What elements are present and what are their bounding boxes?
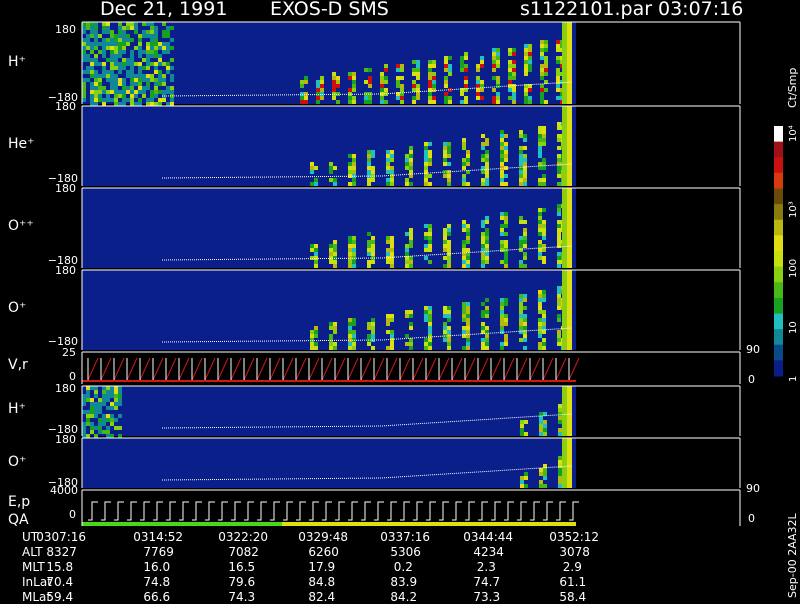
table-cell-ut: 0337:16 <box>380 530 431 544</box>
table-cell-inlat: 70.4 <box>46 575 74 589</box>
table-cell-alt: 4234 <box>473 545 504 559</box>
table-cell-mlat: 73.3 <box>473 590 501 604</box>
table-cell-alt: 7769 <box>143 545 174 559</box>
colorbar-tick-label: 10³ <box>788 201 799 218</box>
colorbar-swatch <box>774 157 783 174</box>
table-cell-mlt: 16.0 <box>143 560 171 574</box>
table-cell-mlt: 15.8 <box>46 560 74 574</box>
colorbar-swatch <box>774 297 783 314</box>
table-cell-ut: 0322:20 <box>218 530 269 544</box>
colorbar-swatch <box>774 266 783 283</box>
panel-o2-bg <box>82 438 576 488</box>
colorbar-tick-label: 10 <box>788 321 799 334</box>
colorbar-swatch <box>774 219 783 236</box>
colorbar-swatch <box>774 329 783 346</box>
spectrogram-chart: 10⁴ 10³ 100 10 1 <box>81 21 799 526</box>
table-cell-mlat: 82.4 <box>308 590 336 604</box>
colorbar-swatch <box>774 251 783 268</box>
colorbar-swatch <box>774 360 783 377</box>
table-cell-ut: 0307:16 <box>36 530 87 544</box>
table-cell-mlat: 74.3 <box>228 590 256 604</box>
row-label-alt: ALT <box>22 545 43 559</box>
table-cell-ut: 0329:48 <box>298 530 349 544</box>
colorbar-swatch <box>774 126 783 143</box>
panel-ep-bg <box>82 490 576 526</box>
colorbar-tick-label: 10⁴ <box>788 125 799 142</box>
colorbar-swatch <box>774 235 783 252</box>
colorbar: 10⁴ 10³ 100 10 1 <box>774 125 799 382</box>
table-cell-ut: 0344:44 <box>463 530 514 544</box>
table-cell-inlat: 74.7 <box>473 575 501 589</box>
colorbar-swatch <box>774 172 783 189</box>
row-label-mlt: MLT <box>22 560 45 574</box>
colorbar-tick-label: 1 <box>788 376 799 382</box>
table-cell-inlat: 79.6 <box>228 575 256 589</box>
table-cell-alt: 3078 <box>559 545 590 559</box>
table-cell-mlt: 2.9 <box>562 560 582 574</box>
colorbar-swatch <box>774 204 783 221</box>
qa-bar-fair <box>282 522 576 526</box>
colorbar-tick-label: 100 <box>788 259 799 278</box>
table-cell-mlat: 66.6 <box>143 590 171 604</box>
table-cell-mlt: 17.9 <box>308 560 336 574</box>
table-cell-ut: 0352:12 <box>549 530 600 544</box>
table-cell-mlt: 2.3 <box>476 560 496 574</box>
table-cell-ut: 0314:52 <box>133 530 184 544</box>
table-cell-inlat: 61.1 <box>559 575 587 589</box>
panel-h2-bg <box>82 386 576 436</box>
table-cell-inlat: 74.8 <box>143 575 171 589</box>
colorbar-swatch <box>774 282 783 299</box>
table-cell-inlat: 83.9 <box>390 575 418 589</box>
table-cell-mlat: 58.4 <box>559 590 587 604</box>
qa-bar-good <box>82 522 282 526</box>
ephemeris-table: UT ALT MLT InLat MLat 0307:16 0314:52 0322… <box>0 528 760 604</box>
table-cell-alt: 8327 <box>46 545 77 559</box>
colorbar-swatch <box>774 344 783 361</box>
table-cell-alt: 5306 <box>390 545 421 559</box>
colorbar-swatch <box>774 188 783 205</box>
table-cell-alt: 6260 <box>308 545 339 559</box>
table-cell-mlat: 84.2 <box>390 590 418 604</box>
table-cell-mlt: 16.5 <box>228 560 256 574</box>
panel-vr-bg <box>82 352 576 384</box>
table-cell-mlt: 0.2 <box>393 560 413 574</box>
colorbar-swatch <box>774 141 783 158</box>
table-cell-mlat: 59.4 <box>46 590 74 604</box>
colorbar-swatch <box>774 313 783 330</box>
table-cell-alt: 7082 <box>228 545 259 559</box>
table-cell-inlat: 84.8 <box>308 575 336 589</box>
